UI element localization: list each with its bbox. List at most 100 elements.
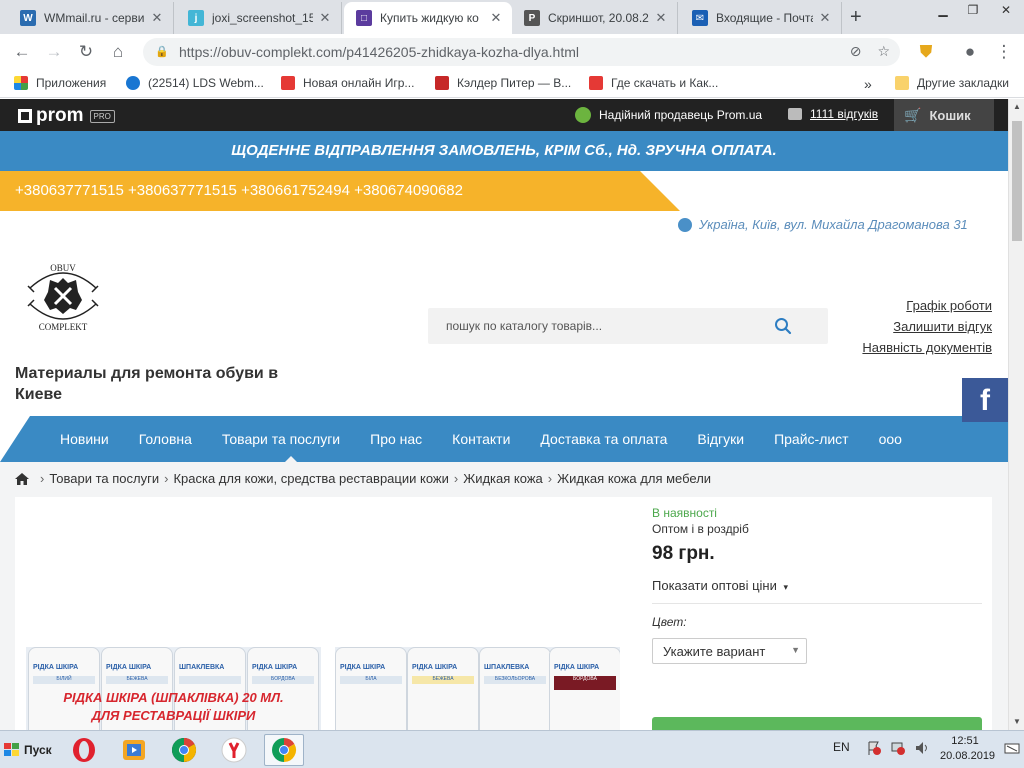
browser-tab-active[interactable]: □ Купить жидкую ко ✕ [344, 2, 512, 34]
nav-home[interactable]: Головна [124, 431, 207, 447]
nav-about[interactable]: Про нас [355, 431, 437, 447]
site-header: Україна, Київ, вул. Михайла Драгоманова … [0, 211, 1008, 416]
clock-date: 20.08.2019 [940, 750, 996, 762]
chrome-taskbar-icon[interactable] [164, 734, 204, 766]
product-gallery: РІДКА ШКІРА БІЛИЙ РІДКА ШКІРА БЕЖЕВА ШПАКЛ… [15, 497, 640, 730]
chevron-down-icon: ▾ [783, 582, 789, 592]
other-bookmarks[interactable]: Другие закладки [895, 76, 1009, 90]
trusted-seller[interactable]: Надійний продавець Prom.ua [575, 107, 762, 123]
show-wholesale-prices[interactable]: Показати оптові ціни ▾ [652, 578, 788, 593]
bookmark-kelder[interactable]: Кэлдер Питер — В... [435, 76, 571, 90]
back-arrow-icon[interactable]: ← [10, 40, 34, 64]
breadcrumb-leather-paint[interactable]: Краска для кожи, средства реставрации ко… [173, 471, 448, 486]
breadcrumb-liquid-leather[interactable]: Жидкая кожа [463, 471, 543, 486]
forward-arrow-icon[interactable]: → [42, 40, 66, 64]
prom-logo-text: prom [36, 105, 84, 126]
nav-products[interactable]: Товари та послуги [207, 431, 355, 447]
phone-numbers[interactable]: +380637771515 +380637771515 +38066175249… [0, 171, 680, 211]
jar-title: РІДКА ШКІРА [106, 664, 152, 671]
close-tab-icon[interactable]: ✕ [488, 10, 504, 26]
documents-link[interactable]: Наявність документів [862, 337, 992, 358]
obuv-complekt-logo[interactable]: OBUV COMPLEKT [20, 256, 106, 336]
profile-avatar-icon[interactable]: ● [958, 40, 982, 64]
browser-tab-mail[interactable]: ✉ Входящие - Почта ✕ [680, 2, 842, 34]
yandex-browser-taskbar-icon[interactable] [214, 734, 254, 766]
search-input[interactable] [446, 319, 766, 333]
bookmark-star-icon[interactable]: ☆ [877, 43, 890, 60]
close-tab-icon[interactable]: ✕ [817, 10, 833, 26]
clock-time: 12:51 [951, 735, 979, 747]
media-player-taskbar-icon[interactable] [114, 734, 154, 766]
close-tab-icon[interactable]: ✕ [317, 10, 333, 26]
cart-button[interactable]: 🛒 Кошик [894, 99, 994, 131]
blocked-popup-icon[interactable]: ⊘ [850, 43, 862, 60]
product-image-main[interactable]: РІДКА ШКІРА БІЛИЙ РІДКА ШКІРА БЕЖЕВА ШПАКЛ… [26, 647, 321, 730]
new-tab-icon[interactable]: + [850, 6, 862, 29]
prom-logo[interactable]: prom PRO [18, 105, 115, 127]
bookmark-apps[interactable]: Приложения [14, 76, 106, 90]
close-window-icon[interactable]: ✕ [988, 0, 1024, 20]
active-nav-caret [285, 456, 297, 462]
windows-taskbar: Пуск EN 12:51 20.08.2019 [0, 730, 1024, 768]
close-tab-icon[interactable]: ✕ [149, 10, 165, 26]
bookmark-label: Кэлдер Питер — В... [457, 76, 572, 90]
search-icon[interactable] [774, 317, 792, 335]
breadcrumb-separator: › [453, 471, 459, 486]
home-icon[interactable]: ⌂ [106, 40, 130, 64]
browser-tab-wmmail[interactable]: W WMmail.ru - серви ✕ [8, 2, 174, 34]
nav-reviews[interactable]: Відгуки [682, 431, 759, 447]
work-schedule-link[interactable]: Графік роботи [862, 295, 992, 316]
action-center-flag-icon[interactable] [866, 740, 882, 756]
buy-button[interactable] [652, 717, 982, 730]
language-indicator[interactable]: EN [833, 740, 850, 754]
breadcrumb-separator: › [547, 471, 553, 486]
bookmark-lds[interactable]: (22514) LDS Webm... [126, 76, 264, 90]
address-text: Україна, Київ, вул. Михайла Драгоманова … [699, 217, 968, 232]
browser-tab-joxi[interactable]: j joxi_screenshot_15€ ✕ [176, 2, 342, 34]
product-image-caption: РІДКА ШКІРА (ШПАКЛІВКА) 20 МЛ. ДЛЯ РЕСТА… [26, 689, 321, 725]
breadcrumb-products[interactable]: Товари та послуги [49, 471, 159, 486]
start-button[interactable]: Пуск [0, 732, 56, 768]
scroll-up-icon[interactable]: ▲ [1009, 99, 1024, 115]
close-tab-icon[interactable]: ✕ [653, 10, 669, 26]
menu-kebab-icon[interactable]: ⋮ [992, 40, 1016, 64]
address-bar[interactable]: 🔒 https://obuv-complekt.com/p41426205-zh… [143, 38, 900, 66]
jar-sub: БІЛА [340, 676, 402, 684]
scrollbar-thumb[interactable] [1012, 121, 1022, 241]
store-address[interactable]: Україна, Київ, вул. Михайла Драгоманова … [678, 217, 968, 232]
bookmark-label: Где скачать и Как... [611, 76, 719, 90]
product-buy-box: В наявності Оптом і в роздріб 98 грн. По… [640, 497, 992, 730]
lds-icon [126, 76, 140, 90]
browser-tab-screenshot[interactable]: P Скриншот, 20.08.2( ✕ [512, 2, 678, 34]
nav-pricelist[interactable]: Прайс-лист [759, 431, 864, 447]
network-icon[interactable] [890, 740, 906, 756]
product-price: 98 грн. [652, 543, 715, 564]
page-scrollbar[interactable]: ▲ ▼ [1008, 99, 1024, 730]
product-image-secondary[interactable]: РІДКА ШКІРА БІЛА РІДКА ШКІРА БЕЖЕВА ШПАКЛЕ… [335, 647, 620, 730]
nav-more-icon[interactable]: ооо [864, 431, 917, 447]
chrome-active-taskbar-icon[interactable] [264, 734, 304, 766]
reload-icon[interactable]: ↻ [74, 40, 98, 64]
reviews-link[interactable]: 1111 відгуків [788, 107, 878, 121]
nav-delivery[interactable]: Доставка та оплата [525, 431, 682, 447]
facebook-icon[interactable]: f [962, 378, 1008, 422]
bookmark-youtube-2[interactable]: Где скачать и Как... [589, 76, 718, 90]
nav-news[interactable]: Новини [45, 431, 124, 447]
show-desktop-icon[interactable] [1004, 740, 1022, 756]
volume-icon[interactable] [914, 740, 930, 756]
screenshot-favicon-icon: P [524, 10, 540, 26]
home-icon[interactable] [15, 472, 29, 485]
system-clock[interactable]: 12:51 20.08.2019 [940, 734, 996, 764]
more-bookmarks-chevron-icon[interactable]: » [864, 76, 872, 92]
opera-taskbar-icon[interactable] [64, 734, 104, 766]
color-select[interactable]: Укажите вариант ▼ [652, 638, 807, 664]
minimize-window-icon[interactable]: ▁ [928, 0, 958, 20]
restore-window-icon[interactable]: ❐ [958, 0, 988, 20]
nav-contacts[interactable]: Контакти [437, 431, 525, 447]
comment-icon [788, 108, 802, 120]
header-links: Графік роботи Залишити відгук Наявність … [862, 295, 992, 358]
leave-review-link[interactable]: Залишити відгук [862, 316, 992, 337]
bookmark-youtube-1[interactable]: Новая онлайн Игр... [281, 76, 414, 90]
extension-shield-icon[interactable]: ⛊ [914, 40, 938, 64]
scroll-down-icon[interactable]: ▼ [1009, 714, 1024, 730]
